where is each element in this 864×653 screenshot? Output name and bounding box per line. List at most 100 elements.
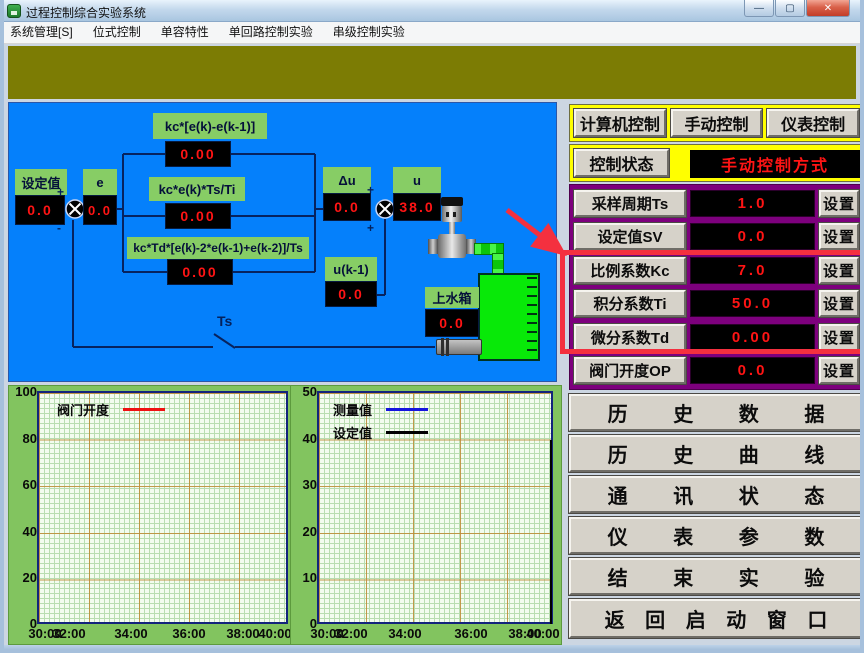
y-tick: 100 bbox=[13, 384, 37, 399]
y-tick: 80 bbox=[13, 431, 37, 446]
sum-junction-icon bbox=[375, 199, 395, 219]
param-row-op: 阀门开度OP 0.0 设置 bbox=[574, 357, 859, 384]
delta-u-value: 0.0 bbox=[323, 193, 371, 221]
param-row-ti: 积分系数Ti 50.0 设置 bbox=[574, 290, 859, 317]
titlebar: 过程控制综合实验系统 — ▢ ✕ bbox=[0, 0, 864, 22]
blue-line-swatch bbox=[386, 408, 428, 411]
set-button-ti[interactable]: 设置 bbox=[819, 290, 859, 317]
manual-control-button[interactable]: 手动控制 bbox=[671, 109, 763, 137]
param-value-kc: 7.0 bbox=[690, 257, 815, 284]
param-label-sv: 设定值SV bbox=[574, 223, 686, 250]
y-tick: 30 bbox=[293, 477, 317, 492]
plus-sign: + bbox=[367, 183, 374, 197]
control-status-button[interactable]: 控制状态 bbox=[574, 149, 669, 177]
minimize-icon[interactable]: — bbox=[744, 0, 774, 17]
return-start-window-button[interactable]: 返 回 启 动 窗 口 bbox=[569, 599, 864, 638]
app-window: 过程控制综合实验系统 — ▢ ✕ 系统管理[S] 位式控制 单容特性 单回路控制… bbox=[0, 0, 864, 653]
x-tick: 36:00 bbox=[167, 626, 211, 641]
y-tick: 50 bbox=[293, 384, 317, 399]
computer-control-button[interactable]: 计算机控制 bbox=[574, 109, 666, 137]
param-value-ts: 1.0 bbox=[690, 190, 815, 217]
y-tick: 40 bbox=[293, 431, 317, 446]
window-title: 过程控制综合实验系统 bbox=[26, 4, 146, 21]
set-button-kc[interactable]: 设置 bbox=[819, 257, 859, 284]
menu-item-single-loop[interactable]: 单回路控制实验 bbox=[219, 22, 323, 43]
comm-status-button[interactable]: 通 讯 状 态 bbox=[569, 476, 864, 513]
i-term-value: 0.00 bbox=[165, 203, 231, 229]
set-button-ts[interactable]: 设置 bbox=[819, 190, 859, 217]
x-tick: 36:00 bbox=[449, 626, 493, 641]
valve-trend-plot-area: 阀门开度 bbox=[37, 391, 288, 624]
i-term-label: kc*e(k)*Ts/Ti bbox=[149, 177, 245, 201]
p-term-value: 0.00 bbox=[165, 141, 231, 167]
parameter-panel: 采样周期Ts 1.0 设置 设定值SV 0.0 设置 比例系数Kc 7.0 设置… bbox=[569, 184, 864, 390]
instrument-param-button[interactable]: 仪 表 参 数 bbox=[569, 517, 864, 554]
pid-block-diagram: 设定值 0.0 + - e 0.0 kc*[e(k)-e(k-1)] 0.00 … bbox=[8, 102, 557, 382]
menu-item-cascade[interactable]: 串级控制实验 bbox=[323, 22, 415, 43]
legend-measured-value: 测量值 bbox=[333, 400, 428, 419]
param-row-td: 微分系数Td 0.00 设置 bbox=[574, 324, 859, 351]
window-frame-bottom bbox=[0, 645, 864, 653]
y-tick: 60 bbox=[13, 477, 37, 492]
control-mode-panel: 计算机控制 手动控制 仪表控制 bbox=[569, 104, 864, 142]
window-controls: — ▢ ✕ bbox=[743, 0, 850, 17]
delta-u-label: Δu bbox=[323, 167, 371, 193]
plus-sign: + bbox=[57, 185, 64, 199]
upper-tank-icon bbox=[478, 273, 540, 361]
error-label: e bbox=[83, 169, 117, 195]
history-data-button[interactable]: 历 史 数 据 bbox=[569, 394, 864, 431]
set-button-op[interactable]: 设置 bbox=[819, 357, 859, 384]
param-row-sv: 设定值SV 0.0 设置 bbox=[574, 223, 859, 250]
u-prev-value: 0.0 bbox=[325, 281, 377, 307]
level-trend-chart: 50 40 30 20 10 0 测量值 设定值 30:00 32:00 34:… bbox=[290, 385, 562, 645]
param-row-ts: 采样周期Ts 1.0 设置 bbox=[574, 190, 859, 217]
y-tick: 40 bbox=[13, 524, 37, 539]
instrument-control-button[interactable]: 仪表控制 bbox=[767, 109, 859, 137]
set-button-sv[interactable]: 设置 bbox=[819, 223, 859, 250]
u-label: u bbox=[393, 167, 441, 193]
menu-item-onoff-control[interactable]: 位式控制 bbox=[83, 22, 151, 43]
setpoint-curve bbox=[550, 440, 552, 624]
control-valve-icon bbox=[428, 195, 476, 265]
valve-trend-chart: 100 80 60 40 20 0 阀门开度 30:00 32:00 34:00… bbox=[8, 385, 304, 645]
sample-period-switch-label: Ts bbox=[217, 313, 232, 329]
x-tick: 34:00 bbox=[109, 626, 153, 641]
param-row-kc: 比例系数Kc 7.0 设置 bbox=[574, 257, 859, 284]
x-tick: 32:00 bbox=[329, 626, 373, 641]
param-value-ti: 50.0 bbox=[690, 290, 815, 317]
app-icon bbox=[7, 4, 21, 18]
u-prev-label: u(k-1) bbox=[325, 257, 377, 281]
tank-label: 上水箱 bbox=[425, 287, 479, 308]
error-value: 0.0 bbox=[83, 195, 117, 225]
history-curve-button[interactable]: 历 史 曲 线 bbox=[569, 435, 864, 472]
black-line-swatch bbox=[386, 431, 428, 434]
x-tick: 32:00 bbox=[47, 626, 91, 641]
y-tick: 20 bbox=[293, 524, 317, 539]
y-tick: 10 bbox=[293, 570, 317, 585]
legend-valve-opening: 阀门开度 bbox=[57, 400, 165, 419]
plus-sign: + bbox=[367, 221, 374, 235]
maximize-icon[interactable]: ▢ bbox=[775, 0, 805, 17]
param-label-op: 阀门开度OP bbox=[574, 357, 686, 384]
tank-scale bbox=[527, 277, 537, 357]
d-term-value: 0.00 bbox=[167, 259, 233, 285]
param-label-ti: 积分系数Ti bbox=[574, 290, 686, 317]
minus-sign: - bbox=[57, 221, 61, 235]
tank-level-value: 0.0 bbox=[425, 309, 479, 337]
menu-item-single-capacity[interactable]: 单容特性 bbox=[151, 22, 219, 43]
close-icon[interactable]: ✕ bbox=[806, 0, 850, 17]
legend-setpoint: 设定值 bbox=[333, 423, 428, 442]
red-line-swatch bbox=[123, 408, 165, 411]
level-trend-plot-area: 测量值 设定值 bbox=[317, 391, 553, 624]
control-status-panel: 控制状态 手动控制方式 bbox=[569, 144, 864, 182]
menu-bar: 系统管理[S] 位式控制 单容特性 单回路控制实验 串级控制实验 bbox=[0, 22, 864, 44]
menu-item-system-manage[interactable]: 系统管理[S] bbox=[0, 22, 83, 43]
banner bbox=[8, 46, 856, 99]
y-tick: 20 bbox=[13, 570, 37, 585]
set-button-td[interactable]: 设置 bbox=[819, 324, 859, 351]
end-experiment-button[interactable]: 结 束 实 验 bbox=[569, 558, 864, 595]
param-value-sv: 0.0 bbox=[690, 223, 815, 250]
param-label-kc: 比例系数Kc bbox=[574, 257, 686, 284]
control-status-display: 手动控制方式 bbox=[690, 150, 860, 178]
sum-junction-icon bbox=[65, 199, 85, 219]
